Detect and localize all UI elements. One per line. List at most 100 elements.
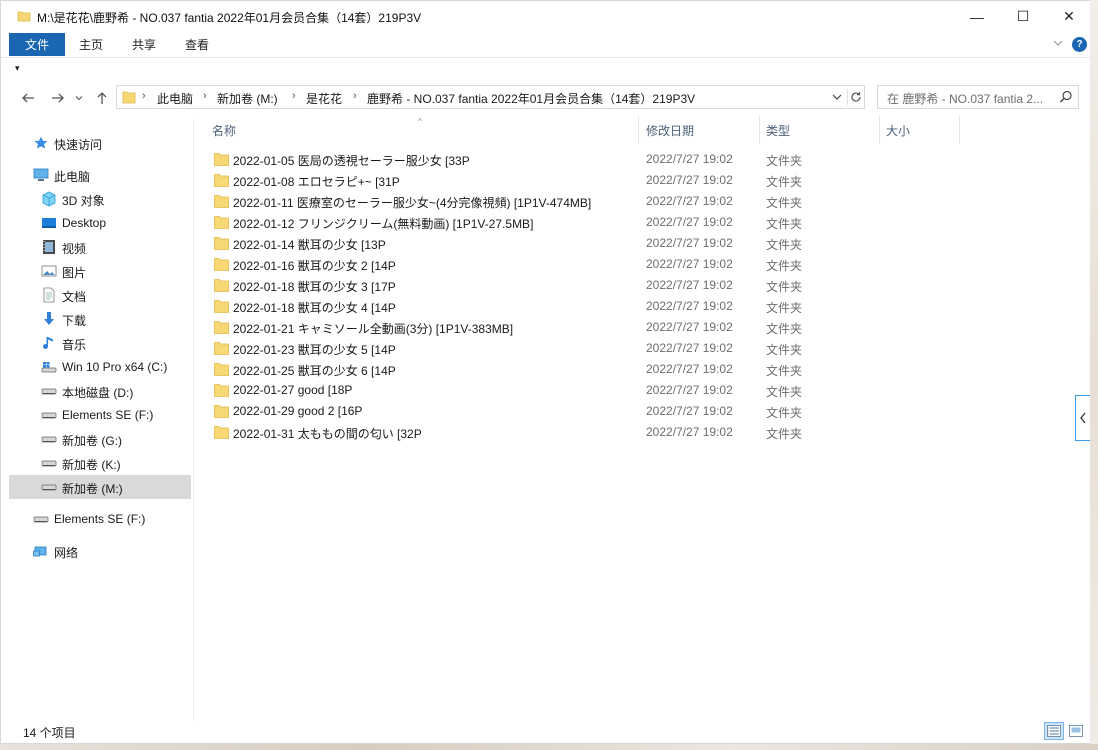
minimize-button[interactable]: — [954, 1, 1000, 32]
column-header-date-modified[interactable]: 修改日期 [646, 122, 694, 139]
breadcrumb-separator[interactable]: › [203, 90, 207, 102]
chevron-down-icon [75, 96, 83, 101]
sidebar-item-desktop[interactable]: Desktop [9, 211, 191, 235]
recent-locations-button[interactable] [72, 88, 86, 108]
list-item[interactable]: 2022-01-08 エロセラピ+~ [31P 2022/7/27 19:02 … [208, 170, 968, 191]
list-item[interactable]: 2022-01-31 太ももの間の匂い [32P 2022/7/27 19:02… [208, 422, 968, 443]
file-name: 2022-01-11 医療室のセーラー服少女~(4分完像視頻) [1P1V-47… [233, 196, 592, 210]
list-item[interactable]: 2022-01-16 獣耳の少女 2 [14P 2022/7/27 19:02 … [208, 254, 968, 275]
column-header-size[interactable]: 大小 [886, 122, 910, 139]
folder-icon [214, 405, 229, 418]
list-item[interactable]: 2022-01-18 獣耳の少女 3 [17P 2022/7/27 19:02 … [208, 275, 968, 296]
maximize-icon: ☐ [1016, 8, 1030, 24]
sidebar-item-videos[interactable]: 视频 [9, 235, 191, 259]
sidebar-item-quick-access[interactable]: 快速访问 [9, 131, 191, 155]
sidebar-item-music[interactable]: 音乐 [9, 331, 191, 355]
pane-divider[interactable] [193, 119, 194, 721]
list-item[interactable]: 2022-01-25 獣耳の少女 6 [14P 2022/7/27 19:02 … [208, 359, 968, 380]
list-item[interactable]: 2022-01-18 獣耳の少女 4 [14P 2022/7/27 19:02 … [208, 296, 968, 317]
up-button[interactable] [92, 88, 112, 108]
sidebar-item-drive-g[interactable]: 新加卷 (G:) [9, 427, 191, 451]
breadcrumb-separator[interactable]: › [292, 90, 296, 102]
sidebar-item-drive-m[interactable]: 新加卷 (M:) [9, 475, 191, 499]
cube-icon [42, 191, 56, 207]
list-item[interactable]: 2022-01-11 医療室のセーラー服少女~(4分完像視頻) [1P1V-47… [208, 191, 968, 212]
file-name: 2022-01-05 医局の透視セーラー服少女 [33P [233, 154, 470, 168]
column-divider[interactable] [879, 116, 880, 144]
list-item[interactable]: 2022-01-14 獣耳の少女 [13P 2022/7/27 19:02 文件… [208, 233, 968, 254]
tab-file[interactable]: 文件 [9, 33, 65, 56]
sidebar-item-downloads[interactable]: 下载 [9, 307, 191, 331]
list-item[interactable]: 2022-01-23 獣耳の少女 5 [14P 2022/7/27 19:02 … [208, 338, 968, 359]
sidebar-item-label: 视频 [62, 242, 87, 256]
desktop-background [0, 744, 1098, 750]
search-box[interactable]: 在 鹿野希 - NO.037 fantia 2... [877, 85, 1079, 109]
file-date: 2022/7/27 19:02 [646, 299, 733, 313]
sidebar-item-label: 此电脑 [54, 170, 91, 184]
breadcrumb-current-folder[interactable]: 鹿野希 - NO.037 fantia 2022年01月会员合集（14套）219… [367, 90, 695, 107]
file-type: 文件夹 [766, 259, 803, 273]
preview-pane-toggle[interactable] [1075, 395, 1090, 441]
sidebar-item-label: 文档 [62, 290, 87, 304]
forward-button[interactable] [48, 88, 68, 108]
column-divider[interactable] [638, 116, 639, 144]
sidebar-item-drive-d[interactable]: 本地磁盘 (D:) [9, 379, 191, 403]
column-header-type[interactable]: 类型 [766, 122, 790, 139]
sidebar-item-drive-c[interactable]: Win 10 Pro x64 (C:) [9, 355, 191, 379]
video-icon [43, 240, 55, 254]
breadcrumb-separator[interactable]: › [142, 90, 146, 102]
help-button[interactable]: ? [1072, 37, 1087, 52]
sidebar-item-label: 新加卷 (G:) [62, 434, 122, 448]
window-title: M:\是花花\鹿野希 - NO.037 fantia 2022年01月会员合集（… [37, 11, 422, 25]
file-name: 2022-01-18 獣耳の少女 4 [14P [233, 301, 396, 315]
chevron-down-icon[interactable] [1053, 38, 1063, 48]
back-button[interactable] [18, 88, 38, 108]
column-header-name[interactable]: 名称 [212, 122, 236, 139]
list-item[interactable]: 2022-01-29 good 2 [16P 2022/7/27 19:02 文… [208, 401, 968, 422]
file-date: 2022/7/27 19:02 [646, 173, 733, 187]
tab-share[interactable]: 共享 [132, 33, 156, 56]
maximize-button[interactable]: ☐ [1000, 1, 1046, 32]
breadcrumb-drive-m[interactable]: 新加卷 (M:) [217, 90, 278, 107]
star-icon [34, 136, 48, 149]
list-item[interactable]: 2022-01-27 good [18P 2022/7/27 19:02 文件夹 [208, 380, 968, 401]
refresh-button[interactable] [847, 89, 863, 105]
close-button[interactable]: ✕ [1046, 1, 1090, 32]
title-bar: M:\是花花\鹿野希 - NO.037 fantia 2022年01月会员合集（… [1, 1, 1090, 32]
breadcrumb-separator[interactable]: › [353, 90, 357, 102]
quick-access-toolbar-dropdown[interactable]: ▾ [15, 63, 20, 74]
file-type: 文件夹 [766, 406, 803, 420]
sidebar-item-drive-f[interactable]: Elements SE (F:) [9, 403, 191, 427]
breadcrumb-folder-parent[interactable]: 是花花 [306, 90, 342, 107]
arrow-right-icon [52, 93, 64, 103]
tab-home[interactable]: 主页 [79, 33, 103, 56]
sidebar-item-elements-se[interactable]: Elements SE (F:) [9, 507, 191, 531]
file-type: 文件夹 [766, 238, 803, 252]
sidebar-item-pictures[interactable]: 图片 [9, 259, 191, 283]
picture-icon [41, 265, 57, 277]
drive-icon [41, 412, 57, 419]
file-type: 文件夹 [766, 196, 803, 210]
file-date: 2022/7/27 19:02 [646, 278, 733, 292]
list-item[interactable]: 2022-01-12 フリンジクリーム(無料動画) [1P1V-27.5MB] … [208, 212, 968, 233]
sidebar-item-label: 新加卷 (M:) [62, 482, 123, 496]
sidebar-item-this-pc[interactable]: 此电脑 [9, 163, 191, 187]
search-input[interactable]: 在 鹿野希 - NO.037 fantia 2... [887, 90, 1052, 107]
breadcrumb-this-pc[interactable]: 此电脑 [157, 90, 193, 107]
list-item[interactable]: 2022-01-05 医局の透視セーラー服少女 [33P 2022/7/27 1… [208, 149, 968, 170]
sidebar-item-3d-objects[interactable]: 3D 对象 [9, 187, 191, 211]
sidebar-item-documents[interactable]: 文档 [9, 283, 191, 307]
sidebar-item-label: 网络 [54, 546, 79, 560]
sidebar-item-network[interactable]: 网络 [9, 539, 191, 563]
address-history-button[interactable] [829, 89, 845, 105]
tab-view[interactable]: 查看 [185, 33, 209, 56]
column-divider[interactable] [959, 116, 960, 144]
navigation-pane: 快速访问 此电脑 3D 对象 Desktop 视频 图片 文档 下载 音乐 Wi… [9, 123, 191, 713]
large-icons-view-button[interactable] [1066, 722, 1086, 740]
address-bar[interactable]: › 此电脑 › 新加卷 (M:) › 是花花 › 鹿野希 - NO.037 fa… [116, 85, 865, 109]
list-item[interactable]: 2022-01-21 キャミソール全動画(3分) [1P1V-383MB] 20… [208, 317, 968, 338]
column-divider[interactable] [759, 116, 760, 144]
search-icon[interactable] [1059, 90, 1073, 104]
sidebar-item-drive-k[interactable]: 新加卷 (K:) [9, 451, 191, 475]
details-view-button[interactable] [1044, 722, 1064, 740]
